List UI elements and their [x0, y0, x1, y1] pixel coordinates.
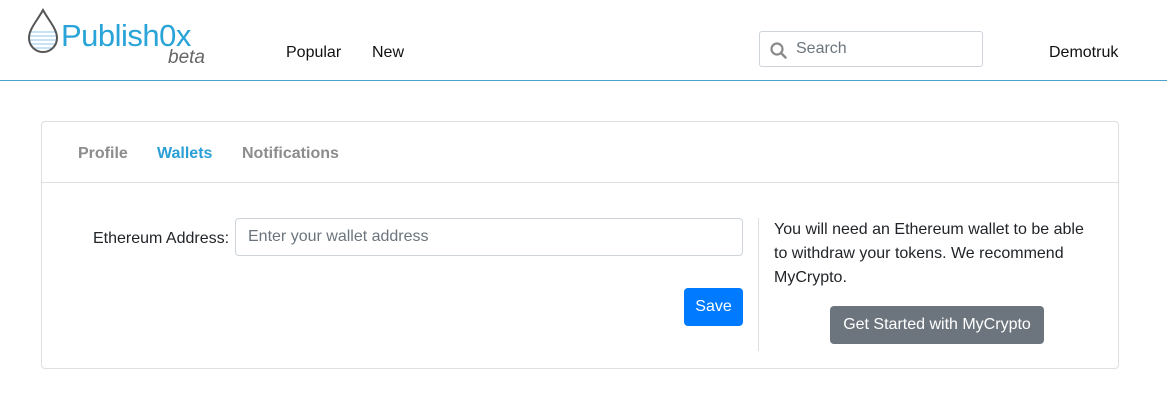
column-divider: [758, 218, 759, 351]
get-started-mycrypto-button[interactable]: Get Started with MyCrypto: [830, 306, 1044, 344]
settings-tabs: Profile Wallets Notifications: [42, 122, 1118, 183]
droplet-logo-icon: [27, 8, 59, 53]
tab-notifications[interactable]: Notifications: [242, 144, 339, 163]
tab-wallets[interactable]: Wallets: [157, 144, 212, 163]
settings-card: Profile Wallets Notifications Ethereum A…: [41, 121, 1119, 369]
wallet-info-text: You will need an Ethereum wallet to be a…: [774, 221, 1084, 286]
search-input[interactable]: [796, 32, 976, 66]
ethereum-address-label: Ethereum Address:: [93, 230, 230, 247]
tab-profile[interactable]: Profile: [78, 144, 128, 163]
brand-logo[interactable]: Publish0x beta: [26, 8, 216, 70]
search-box[interactable]: [759, 31, 983, 67]
save-button[interactable]: Save: [684, 288, 743, 326]
search-icon: [770, 42, 787, 59]
brand-badge: beta: [168, 47, 205, 68]
nav-link-new[interactable]: New: [372, 43, 404, 62]
ethereum-address-input[interactable]: [235, 218, 743, 256]
user-menu[interactable]: Demotruk: [1049, 43, 1118, 62]
nav-link-popular[interactable]: Popular: [286, 43, 341, 62]
navbar: Publish0x beta Popular New Demotruk: [0, 0, 1167, 81]
